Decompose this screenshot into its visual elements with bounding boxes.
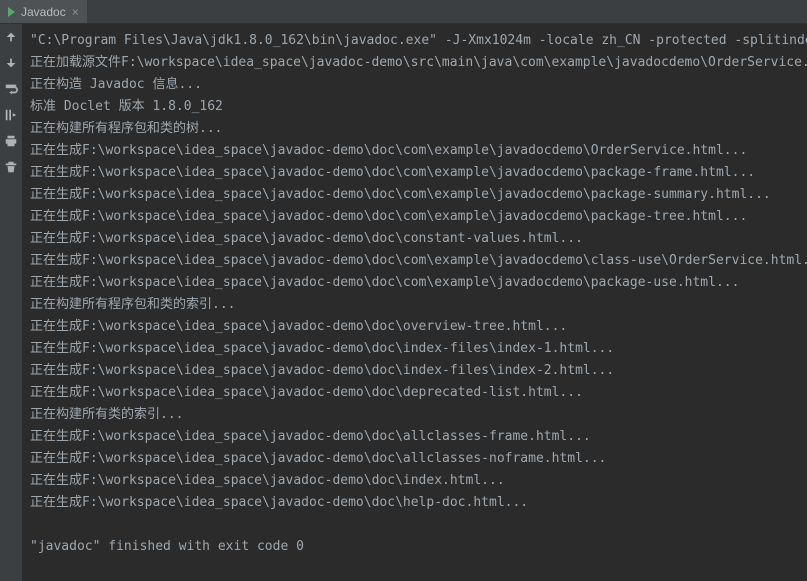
- console-line: 正在生成F:\workspace\idea_space\javadoc-demo…: [30, 360, 799, 382]
- print-icon[interactable]: [4, 134, 18, 152]
- scroll-up-icon[interactable]: [4, 30, 18, 48]
- tab-label: Javadoc: [21, 5, 66, 19]
- console-line: 正在加载源文件F:\workspace\idea_space\javadoc-d…: [30, 52, 799, 74]
- console-line: 正在生成F:\workspace\idea_space\javadoc-demo…: [30, 250, 799, 272]
- console-output[interactable]: "C:\Program Files\Java\jdk1.8.0_162\bin\…: [22, 24, 807, 581]
- console-line: 正在生成F:\workspace\idea_space\javadoc-demo…: [30, 426, 799, 448]
- scroll-down-icon[interactable]: [4, 56, 18, 74]
- console-line: "javadoc" finished with exit code 0: [30, 536, 799, 558]
- console-line: [30, 514, 799, 536]
- scroll-to-end-icon[interactable]: [4, 108, 18, 126]
- main-area: "C:\Program Files\Java\jdk1.8.0_162\bin\…: [0, 24, 807, 581]
- clear-icon[interactable]: [4, 160, 18, 178]
- close-icon[interactable]: ×: [72, 5, 79, 19]
- console-line: 正在生成F:\workspace\idea_space\javadoc-demo…: [30, 470, 799, 492]
- tab-javadoc[interactable]: Javadoc ×: [0, 0, 87, 23]
- console-line: "C:\Program Files\Java\jdk1.8.0_162\bin\…: [30, 30, 799, 52]
- console-gutter: [0, 24, 22, 581]
- console-line: 正在生成F:\workspace\idea_space\javadoc-demo…: [30, 492, 799, 514]
- soft-wrap-icon[interactable]: [4, 82, 18, 100]
- console-line: 正在生成F:\workspace\idea_space\javadoc-demo…: [30, 206, 799, 228]
- console-line: 正在生成F:\workspace\idea_space\javadoc-demo…: [30, 338, 799, 360]
- console-line: 正在构建所有程序包和类的索引...: [30, 294, 799, 316]
- console-line: 正在生成F:\workspace\idea_space\javadoc-demo…: [30, 162, 799, 184]
- console-line: 正在生成F:\workspace\idea_space\javadoc-demo…: [30, 272, 799, 294]
- console-line: 标准 Doclet 版本 1.8.0_162: [30, 96, 799, 118]
- console-line: 正在生成F:\workspace\idea_space\javadoc-demo…: [30, 448, 799, 470]
- console-line: 正在生成F:\workspace\idea_space\javadoc-demo…: [30, 140, 799, 162]
- run-icon: [8, 7, 15, 17]
- console-line: 正在生成F:\workspace\idea_space\javadoc-demo…: [30, 316, 799, 338]
- console-line: 正在生成F:\workspace\idea_space\javadoc-demo…: [30, 228, 799, 250]
- console-line: 正在构建所有程序包和类的树...: [30, 118, 799, 140]
- console-line: 正在生成F:\workspace\idea_space\javadoc-demo…: [30, 184, 799, 206]
- console-line: 正在构建所有类的索引...: [30, 404, 799, 426]
- console-line: 正在生成F:\workspace\idea_space\javadoc-demo…: [30, 382, 799, 404]
- console-line: 正在构造 Javadoc 信息...: [30, 74, 799, 96]
- tab-bar: Javadoc ×: [0, 0, 807, 24]
